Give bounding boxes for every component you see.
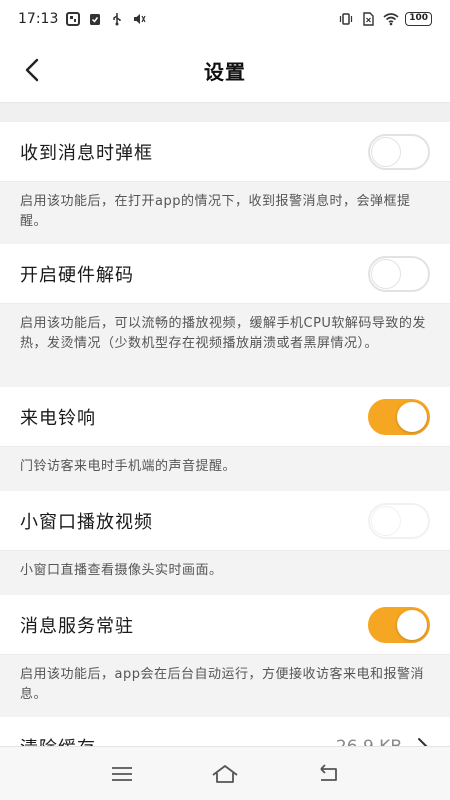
toggle-hw-decode[interactable] <box>368 255 430 292</box>
back-button[interactable] <box>18 56 46 84</box>
setting-row-small-window: 小窗口播放视频 <box>0 491 450 551</box>
toggle-knob <box>371 505 401 536</box>
wifi-icon <box>383 12 399 26</box>
setting-desc-resident: 启用该功能后，app会在后台自动运行，方便接收访客来电和报警消息。 <box>0 655 450 717</box>
status-time: 17:13 <box>18 11 59 27</box>
setting-row-ringtone: 来电铃响 <box>0 387 450 447</box>
nav-back-button[interactable] <box>310 759 346 789</box>
setting-label-resident: 消息服务常驻 <box>20 615 134 637</box>
setting-desc-ringtone: 门铃访客来电时手机端的声音提醒。 <box>0 447 450 491</box>
status-bar: 17:13 100 <box>0 0 450 38</box>
settings-list: 收到消息时弹框 启用该功能后，在打开app的情况下，收到报警消息时，会弹框提醒。… <box>0 122 450 777</box>
toggle-small-window[interactable] <box>368 502 430 539</box>
status-right: 100 <box>339 12 432 26</box>
toggle-knob <box>397 609 427 640</box>
page-title: 设置 <box>204 59 246 84</box>
setting-desc-hw-decode: 启用该功能后，可以流畅的播放视频，缓解手机CPU软解码导致的发热，发烫情况（少数… <box>0 304 450 387</box>
toggle-ringtone[interactable] <box>368 398 430 435</box>
menu-icon <box>111 766 132 781</box>
toggle-knob <box>397 401 427 432</box>
setting-row-hw-decode: 开启硬件解码 <box>0 244 450 304</box>
setting-label-hw-decode: 开启硬件解码 <box>20 264 134 286</box>
vibrate-icon <box>339 12 353 26</box>
chevron-left-icon <box>25 58 39 82</box>
setting-label-small-window: 小窗口播放视频 <box>20 511 153 533</box>
toggle-resident[interactable] <box>368 606 430 643</box>
nav-menu-button[interactable] <box>104 759 140 789</box>
status-left: 17:13 <box>18 11 146 27</box>
system-nav-bar <box>0 746 450 800</box>
task-notification-icon <box>88 12 102 26</box>
setting-desc-small-window: 小窗口直播查看摄像头实时画面。 <box>0 551 450 595</box>
toggle-popup[interactable] <box>368 133 430 170</box>
usb-icon <box>110 12 124 26</box>
battery-indicator: 100 <box>405 12 432 26</box>
mute-icon <box>132 12 146 26</box>
setting-label-ringtone: 来电铃响 <box>20 407 96 429</box>
settings-screen: 17:13 100 设置 收到消息时弹框 启用该功能后，在打开app的情况下，收… <box>0 0 450 800</box>
setting-desc-popup: 启用该功能后，在打开app的情况下，收到报警消息时，会弹框提醒。 <box>0 182 450 244</box>
toggle-knob <box>371 258 401 289</box>
nav-home-button[interactable] <box>207 759 243 789</box>
app-notification-icon <box>66 12 81 26</box>
return-icon <box>320 763 338 781</box>
header-bar: 设置 <box>0 38 450 102</box>
setting-row-popup: 收到消息时弹框 <box>0 122 450 182</box>
section-gap <box>0 102 450 122</box>
setting-label-popup: 收到消息时弹框 <box>20 142 153 164</box>
setting-row-resident: 消息服务常驻 <box>0 595 450 655</box>
no-sim-icon <box>361 12 375 26</box>
toggle-knob <box>371 136 401 167</box>
home-icon <box>212 764 238 783</box>
